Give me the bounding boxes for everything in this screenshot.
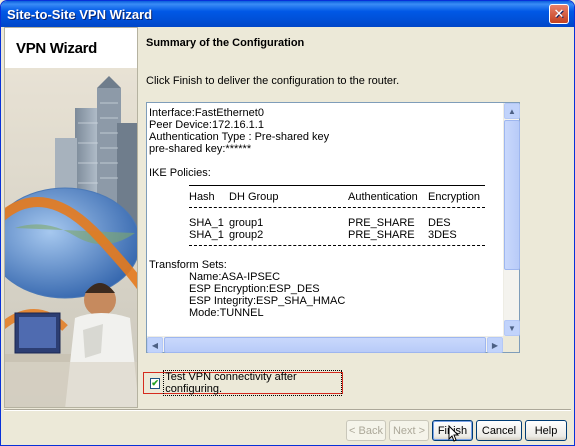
window-title: Site-to-Site VPN Wizard [7, 6, 153, 22]
horizontal-scroll-thumb[interactable] [164, 337, 486, 353]
col-header-hash: Hash [189, 191, 215, 203]
summary-line: Peer Device:172.16.1.1 [149, 119, 264, 131]
ike-policies-table: Hash DH Group Authentication Encryption … [149, 179, 503, 259]
table-cell: group2 [229, 229, 264, 241]
table-bottom-rule [189, 245, 485, 246]
side-panel-title: VPN Wizard [16, 40, 98, 57]
col-header-encryption: Encryption [428, 191, 480, 203]
mouse-cursor-icon [448, 425, 460, 442]
summary-content: Interface:FastEthernet0 Peer Device:172.… [149, 106, 503, 336]
summary-line: ESP Encryption:ESP_DES [189, 283, 320, 295]
col-header-dh-group: DH Group [229, 191, 279, 203]
table-cell: group1 [229, 217, 264, 229]
close-button[interactable]: ✕ [549, 4, 569, 24]
next-button[interactable]: Next > [389, 420, 429, 441]
section-title: Summary of the Configuration [146, 37, 305, 49]
summary-text-area[interactable]: Interface:FastEthernet0 Peer Device:172.… [146, 102, 520, 353]
table-cell: PRE_SHARE [348, 229, 415, 241]
cancel-button[interactable]: Cancel [476, 420, 522, 441]
instruction-text: Click Finish to deliver the configuratio… [146, 75, 400, 87]
vertical-scroll-thumb[interactable] [504, 120, 520, 270]
title-bar[interactable]: Site-to-Site VPN Wizard ✕ [1, 1, 574, 27]
table-header-rule [189, 207, 485, 208]
wizard-illustration [5, 68, 137, 407]
vertical-scrollbar[interactable]: ▲ ▼ [503, 103, 520, 336]
summary-line: pre-shared key:****** [149, 143, 252, 155]
summary-line: Authentication Type : Pre-shared key [149, 131, 330, 143]
col-header-authentication: Authentication [348, 191, 418, 203]
back-button[interactable]: < Back [346, 420, 386, 441]
summary-line: Mode:TUNNEL [189, 307, 264, 319]
wizard-window: Site-to-Site VPN Wizard ✕ VPN Wizard Sum… [0, 0, 575, 446]
scroll-corner [503, 336, 519, 352]
table-cell: SHA_1 [189, 217, 224, 229]
button-divider [4, 409, 571, 411]
close-icon: ✕ [553, 6, 565, 22]
table-cell: SHA_1 [189, 229, 224, 241]
scroll-up-icon[interactable]: ▲ [504, 103, 520, 119]
test-vpn-checkbox-row[interactable]: ✔ Test VPN connectivity after configurin… [143, 370, 343, 396]
test-vpn-checkbox-label[interactable]: Test VPN connectivity after configuring. [163, 370, 342, 396]
summary-line: ESP Integrity:ESP_SHA_HMAC [189, 295, 346, 307]
summary-line: Transform Sets: [149, 259, 227, 271]
horizontal-scrollbar[interactable]: ◀ ▶ [147, 336, 503, 353]
scroll-right-icon[interactable]: ▶ [487, 337, 503, 353]
content-panel: Summary of the Configuration Click Finis… [138, 27, 571, 408]
summary-line: Name:ASA-IPSEC [189, 271, 281, 283]
table-top-rule [189, 185, 485, 186]
scroll-down-icon[interactable]: ▼ [504, 320, 520, 336]
summary-line: IKE Policies: [149, 167, 211, 179]
summary-line [149, 155, 503, 167]
scroll-left-icon[interactable]: ◀ [147, 337, 163, 353]
test-vpn-checkbox[interactable]: ✔ [150, 377, 161, 389]
help-button[interactable]: Help [525, 420, 567, 441]
table-cell: PRE_SHARE [348, 217, 415, 229]
checkmark-icon: ✔ [151, 377, 159, 388]
side-panel: VPN Wizard [4, 27, 138, 408]
wizard-body: VPN Wizard Summary of the Configuration … [4, 27, 571, 444]
table-cell: DES [428, 217, 451, 229]
summary-line: Interface:FastEthernet0 [149, 107, 264, 119]
table-cell: 3DES [428, 229, 457, 241]
